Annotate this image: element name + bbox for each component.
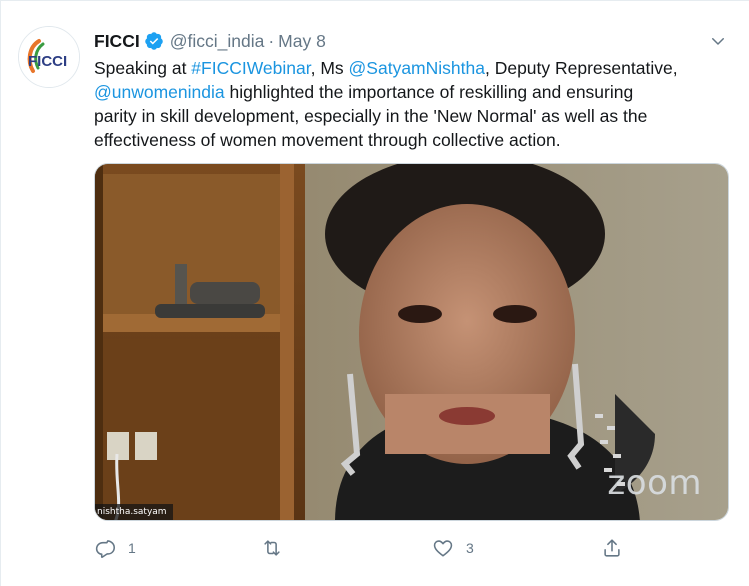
tweet-text-line: Speaking at #FICCIWebinar, Ms @SatyamNis…: [94, 56, 719, 80]
tweet-text-segment: parity in skill development, especially …: [94, 106, 648, 126]
tweet-card[interactable]: FICCI FICCI @ficci_india · May 8 Speakin…: [0, 0, 749, 586]
avatar-label: FICCI: [28, 53, 67, 70]
participant-name-tag: nishtha.satyam: [95, 504, 173, 520]
retweet-icon: [261, 537, 283, 559]
tweet-text-line: effectiveness of women movement through …: [94, 128, 719, 152]
mention-link[interactable]: @SatyamNishtha: [349, 58, 485, 78]
reply-button[interactable]: 1: [94, 535, 136, 561]
like-count: 3: [466, 540, 474, 556]
avatar[interactable]: FICCI: [18, 26, 80, 88]
tweet-text-segment: highlighted the importance of reskilling…: [224, 82, 634, 102]
tweet-text-segment: Speaking at: [94, 58, 192, 78]
tweet-text-segment: , Ms: [310, 58, 349, 78]
like-icon: [432, 537, 454, 559]
ficci-logo-icon: FICCI: [19, 27, 79, 87]
chevron-down-icon[interactable]: [706, 29, 730, 53]
zoom-watermark: zoom: [607, 463, 702, 503]
tweet-text: Speaking at #FICCIWebinar, Ms @SatyamNis…: [94, 56, 719, 152]
handle[interactable]: @ficci_india: [170, 29, 265, 53]
share-icon: [601, 537, 623, 559]
retweet-button[interactable]: [261, 535, 295, 561]
verified-badge-icon: [144, 31, 164, 51]
tweet-text-segment: , Deputy Representative,: [484, 58, 678, 78]
tweet-text-segment: effectiveness of women movement through …: [94, 130, 561, 150]
tweet-text-line: @unwomenindia highlighted the importance…: [94, 80, 719, 104]
tweet-media-image[interactable]: zoom nishtha.satyam: [94, 163, 729, 521]
hashtag-link[interactable]: #FICCIWebinar: [191, 58, 310, 78]
tweet-actions: 1 3: [94, 535, 729, 561]
mention-link[interactable]: @unwomenindia: [94, 82, 225, 102]
display-name[interactable]: FICCI: [94, 29, 140, 53]
like-button[interactable]: 3: [432, 535, 474, 561]
tweet-date[interactable]: May 8: [278, 29, 326, 53]
separator: ·: [268, 31, 275, 51]
tweet-text-line: parity in skill development, especially …: [94, 104, 719, 128]
tweet-header: FICCI @ficci_india · May 8: [94, 29, 326, 53]
share-button[interactable]: [601, 535, 623, 561]
reply-icon: [94, 537, 116, 559]
reply-count: 1: [128, 540, 136, 556]
